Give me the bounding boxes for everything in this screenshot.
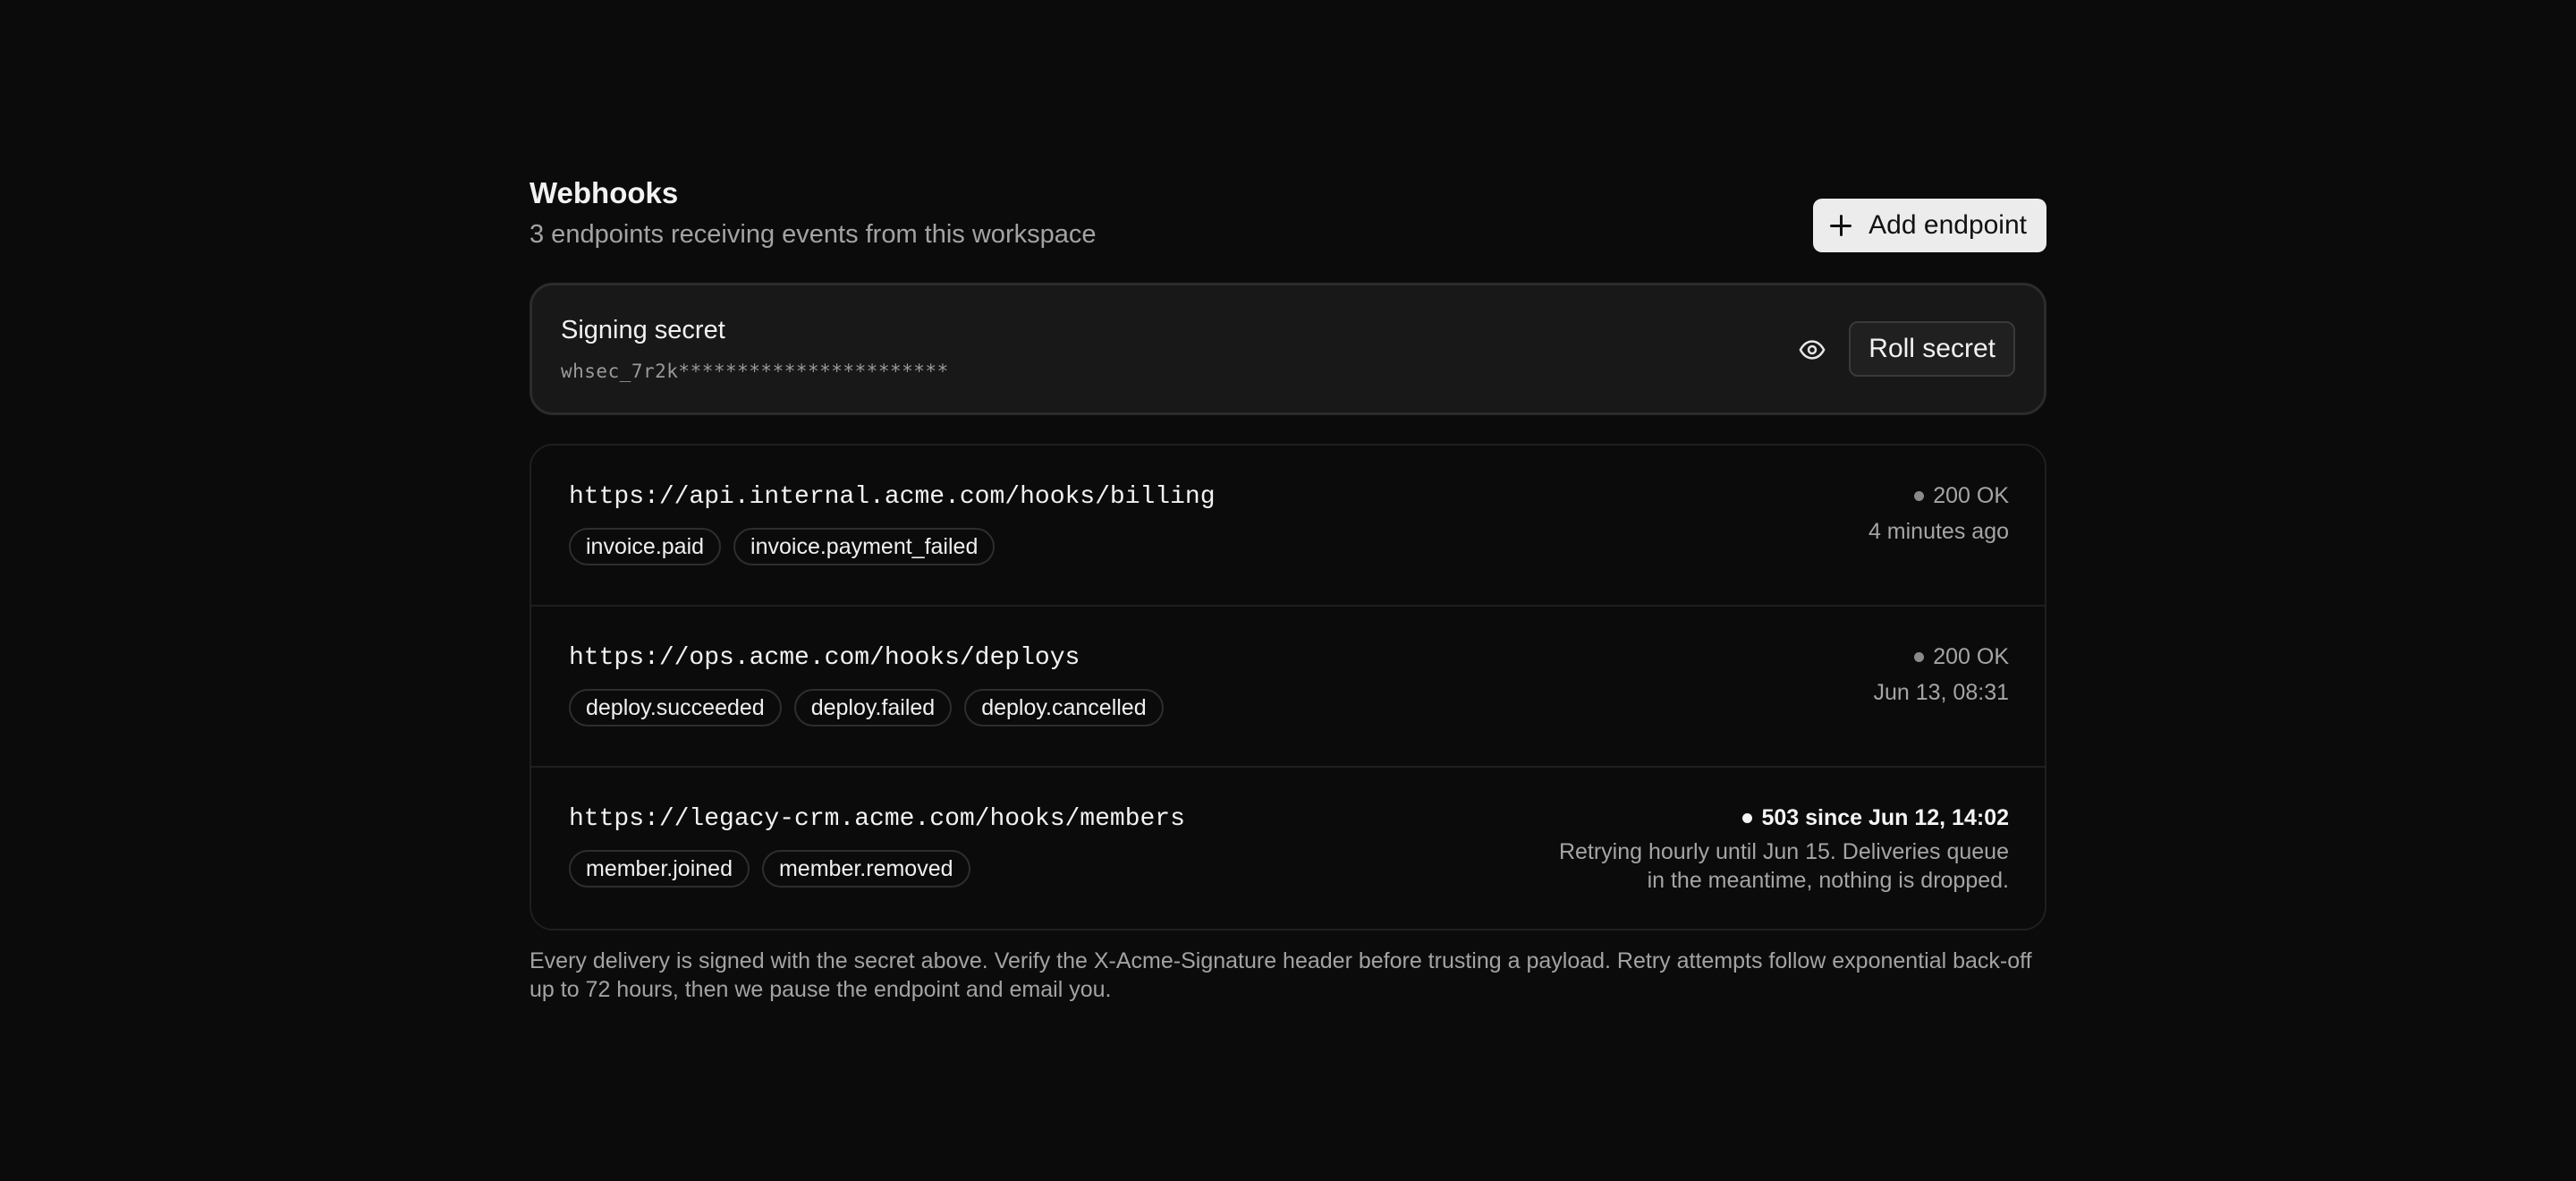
last-delivery-time: 4 minutes ago [1868,519,2009,544]
status-badge: 200 OK [1873,642,2009,671]
endpoint-url: https://ops.acme.com/hooks/deploys [569,644,1080,672]
event-tag: invoice.payment_failed [733,528,996,565]
endpoint-status: 200 OK Jun 13, 08:31 [1873,642,2009,707]
event-tag: member.joined [569,850,750,888]
status-dot-icon [1742,812,1753,823]
eye-icon[interactable] [1799,336,1826,363]
event-tags: invoice.paid invoice.payment_failed [569,528,996,565]
event-tag: deploy.succeeded [569,689,782,726]
status-text: 200 OK [1933,644,2009,669]
add-endpoint-button[interactable]: Add endpoint [1813,199,2046,252]
signature-footnote: Every delivery is signed with the secret… [530,948,2032,1002]
endpoint-row-deploys[interactable]: https://ops.acme.com/hooks/deploys deplo… [531,607,2045,768]
status-badge: 200 OK [1868,481,2009,510]
endpoint-url: https://legacy-crm.acme.com/hooks/member… [569,805,1185,833]
event-tag: deploy.cancelled [964,689,1164,726]
status-badge: 503 since Jun 12, 14:02 [1544,803,2009,832]
endpoint-url: https://api.internal.acme.com/hooks/bill… [569,483,1216,511]
event-tags: deploy.succeeded deploy.failed deploy.ca… [569,689,1164,726]
webhooks-page: Webhooks 3 endpoints receiving events fr… [530,175,2046,1002]
signing-secret-card: Signing secret whsec_7r2k***************… [530,283,2046,415]
event-tag: deploy.failed [793,689,953,726]
status-text: 503 since Jun 12, 14:02 [1761,805,2009,830]
add-endpoint-label: Add endpoint [1868,210,2027,240]
event-tag: invoice.paid [569,528,722,565]
endpoint-row-billing[interactable]: https://api.internal.acme.com/hooks/bill… [531,446,2045,607]
plus-icon [1829,214,1852,237]
endpoint-status: 200 OK 4 minutes ago [1868,481,2009,546]
retry-note: Retrying hourly until Jun 15. Deliveries… [1558,839,2009,893]
endpoint-list: https://api.internal.acme.com/hooks/bill… [530,444,2046,930]
page-header: Webhooks 3 endpoints receiving events fr… [530,175,2046,252]
endpoint-row-members[interactable]: https://legacy-crm.acme.com/hooks/member… [531,768,2045,929]
signing-secret-label: Signing secret [561,316,725,344]
signing-secret-value: whsec_7r2k*********************** [561,361,949,382]
status-text: 200 OK [1933,483,2009,508]
event-tag: member.removed [761,850,970,888]
event-tags: member.joined member.removed [569,850,970,888]
roll-secret-button[interactable]: Roll secret [1849,321,2015,377]
status-dot-icon [1914,490,1925,501]
endpoint-status: 503 since Jun 12, 14:02 Retrying hourly … [1544,803,2009,895]
status-dot-icon [1914,651,1925,662]
last-delivery-time: Jun 13, 08:31 [1873,680,2009,705]
